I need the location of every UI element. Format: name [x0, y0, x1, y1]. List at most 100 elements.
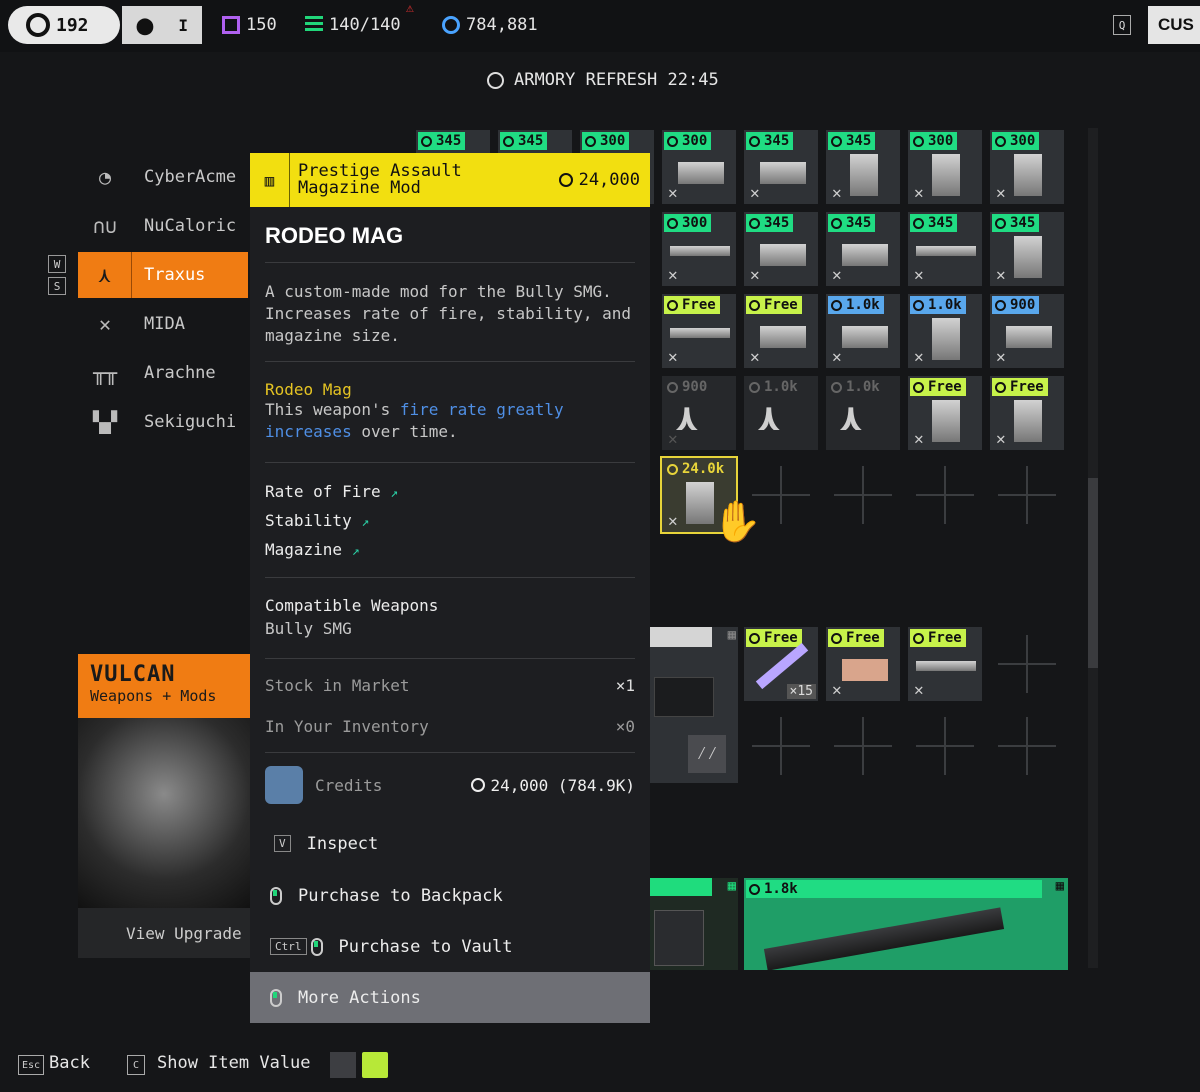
credits-icon [585, 135, 596, 147]
price-tag: 1.8k [746, 880, 1042, 898]
shop-item[interactable]: 1.0k ✕ [908, 294, 982, 368]
close-icon: ✕ [996, 265, 1006, 284]
divider [265, 752, 635, 753]
price-value: 345 [846, 215, 872, 231]
shop-item[interactable]: Free ✕ [744, 294, 818, 368]
mida-icon: ✕ [98, 312, 112, 336]
price-tag: Free [910, 629, 966, 647]
shop-item[interactable]: Free ✕ [990, 376, 1064, 450]
shop-item[interactable]: 345 ✕ [826, 212, 900, 286]
show-item-value-button[interactable]: Show Item Value [157, 1053, 311, 1073]
nav-item-cyberacme[interactable]: ◔ CyberAcme [78, 154, 248, 200]
nav-item-mida[interactable]: ✕ MIDA [78, 301, 248, 347]
shop-item[interactable]: 345 ✕ [744, 130, 818, 204]
credits-icon [749, 217, 760, 229]
green-currency: 140/140 [305, 12, 401, 38]
more-actions-button[interactable]: More Actions [250, 972, 650, 1023]
credits-label: Credits [315, 775, 383, 795]
mod-image [1014, 236, 1042, 278]
price-value: 900 [682, 379, 708, 395]
weapon-item[interactable]: 1.8k ▦ [744, 878, 1068, 970]
price-tag: 345 [500, 132, 548, 150]
shop-item[interactable]: 300 ✕ [990, 130, 1064, 204]
mod-image [916, 246, 976, 256]
vulcan-vendor-card[interactable]: VULCAN Weapons + Mods View Upgrade [78, 654, 250, 958]
vulcan-header: VULCAN Weapons + Mods [78, 654, 250, 718]
shop-item[interactable]: 345 ✕ [744, 212, 818, 286]
mod-image [760, 244, 806, 266]
grid-size-icon: ▦ [1055, 878, 1064, 894]
shop-item[interactable]: 300 ✕ [662, 212, 736, 286]
nav-item-sekiguchi[interactable]: ▚▞ Sekiguchi [78, 399, 248, 445]
credits-icon [913, 632, 924, 644]
shop-item[interactable]: 1.0k ✕ [826, 294, 900, 368]
stat-label: Magazine [265, 540, 343, 559]
view-upgrades-button[interactable]: View Upgrade [78, 908, 250, 958]
empty-slot [990, 627, 1064, 701]
back-button[interactable]: Back [49, 1053, 90, 1073]
shop-item[interactable]: 900 ✕ [990, 294, 1064, 368]
trait-name: Rodeo Mag [265, 380, 352, 399]
shop-item[interactable]: Free ✕ [662, 294, 736, 368]
inspect-button[interactable]: V Inspect [250, 818, 650, 869]
nav-item-traxus[interactable]: ⋏ Traxus [78, 252, 248, 298]
shop-item[interactable]: Free ✕ [908, 627, 982, 701]
purchase-vault-button[interactable]: Ctrl Purchase to Vault [250, 921, 650, 972]
shop-item[interactable]: Free ✕ [826, 627, 900, 701]
clock-icon [487, 71, 504, 89]
credits-icon [913, 299, 924, 311]
inventory-label: In Your Inventory [265, 717, 429, 736]
arrow-up-icon: ↗ [361, 515, 370, 530]
shop-item[interactable]: 300 ✕ [662, 130, 736, 204]
credits-icon [749, 632, 760, 644]
empty-slot [990, 458, 1064, 532]
divider [265, 262, 635, 263]
shop-item[interactable]: Free ✕ [908, 376, 982, 450]
refresh-label: ARMORY REFRESH 22:45 [514, 70, 719, 90]
compatible-label: Compatible Weapons [265, 596, 439, 615]
price-tag: Free [746, 629, 802, 647]
price-tag: 345 [828, 132, 876, 150]
shop-item[interactable]: Free ×15 [744, 627, 818, 701]
close-icon: ✕ [750, 265, 760, 284]
weapon-item[interactable]: ▦ [650, 878, 738, 970]
credits-icon [749, 299, 760, 311]
customize-tab[interactable]: CUS [1148, 6, 1200, 44]
nav-item-arachne[interactable]: ╥╥ Arachne [78, 350, 248, 396]
shop-item[interactable]: 345 ✕ [826, 130, 900, 204]
credits-toggle-icon[interactable] [362, 1052, 388, 1078]
price-tag: 1.0k [828, 378, 884, 396]
weapon-item[interactable]: ▦ ⁄⁄ [650, 627, 738, 783]
grid-scroll-thumb[interactable] [1088, 478, 1098, 668]
close-icon: ✕ [668, 429, 678, 448]
price-value: 1.0k [928, 297, 962, 313]
traxus-icon: ⋏ [78, 252, 132, 298]
shop-item-locked[interactable]: 1.0k ⋏ [744, 376, 818, 450]
close-icon: ✕ [996, 429, 1006, 448]
grid-size-icon: ▦ [727, 627, 736, 643]
player-level-badge[interactable]: 192 [8, 6, 120, 44]
shop-item-locked[interactable]: 1.0k ⋏ [826, 376, 900, 450]
price-value: 900 [1010, 297, 1036, 313]
stat-label: Rate of Fire [265, 482, 381, 501]
shop-item[interactable]: 345 ✕ [990, 212, 1064, 286]
price-tag: Free [992, 378, 1048, 396]
credits-icon [667, 299, 678, 311]
vulcan-subtitle: Weapons + Mods [90, 687, 217, 705]
shop-item[interactable]: 345 ✕ [908, 212, 982, 286]
credits-icon [421, 135, 432, 147]
credits-icon [749, 135, 760, 147]
consumable-image [755, 642, 809, 690]
nav-item-nucaloric[interactable]: ∩∪ NuCaloric [78, 203, 248, 249]
purchase-backpack-button[interactable]: Purchase to Backpack [250, 870, 650, 921]
price-tag: 300 [582, 132, 630, 150]
shop-item-locked[interactable]: 900 ⋏ ✕ [662, 376, 736, 450]
inventory-row: In Your Inventory ×0 [265, 717, 635, 736]
purple-currency-value: 150 [246, 15, 277, 35]
shop-item[interactable]: 300 ✕ [908, 130, 982, 204]
price-tag: 900 [664, 378, 711, 396]
loadout-selector[interactable]: ⬤ I [122, 6, 202, 44]
close-icon: ✕ [668, 265, 678, 284]
price-value: 1.0k [764, 379, 798, 395]
green-currency-value: 140/140 [329, 15, 401, 35]
